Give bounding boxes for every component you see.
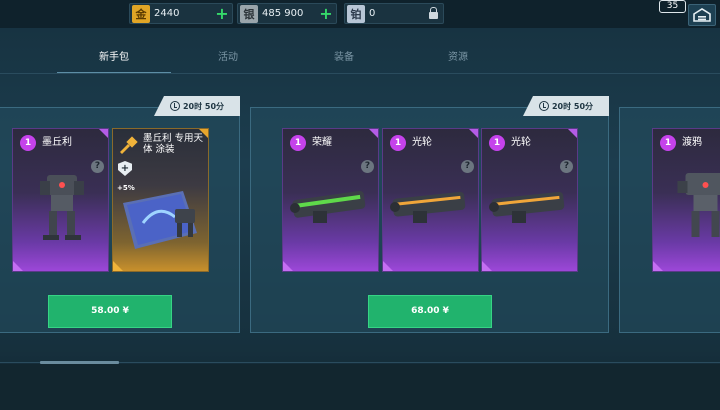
level-badge: 35 [659,0,686,13]
card-name: 墨丘利 专用天体 涂装 [143,133,204,155]
weapon-icon [290,190,366,223]
robot-icon [40,175,84,240]
tab-divider [0,73,720,74]
level-badge: 1 [290,135,306,151]
lock-icon [425,7,441,19]
offer-timer-1: 20时 50分 [154,96,240,116]
buy-button-offer-1[interactable]: 58.00 ¥ [48,295,172,328]
hangar-icon [693,8,711,22]
platinum-amount: 0 [369,8,376,19]
bottom-band [0,364,720,410]
level-badge: 1 [489,135,505,151]
card-name: 墨丘利 [42,137,72,148]
platinum-icon: 铂 [347,4,365,23]
card-name: 光轮 [412,137,432,148]
silver-currency: 银 485 900 + [237,3,337,24]
robot-icon [677,173,720,237]
currency-bar: 金 2440 + 银 485 900 + 铂 0 [0,0,720,28]
timer-text: 20时 50分 [551,101,594,111]
tab-events[interactable]: 活动 [171,44,285,74]
gold-icon: 金 [132,4,150,23]
level-badge: 1 [390,135,406,151]
gold-amount: 2440 [154,8,180,19]
offer-timer-2: 20时 50分 [523,96,609,116]
silver-icon: 银 [240,4,258,23]
buy-button-offer-2[interactable]: 68.00 ¥ [368,295,492,328]
offer-card-robot[interactable]: 1 墨丘利 ? [12,128,109,272]
offer-card-weapon-3[interactable]: 1 光轮 ? [481,128,578,272]
paint-brush-icon [120,136,138,154]
hangar-button[interactable] [688,4,716,26]
tab-resources[interactable]: 资源 [401,44,515,74]
card-name: 荣耀 [312,137,332,148]
offer-card-robot-2[interactable]: 1 渡鸦 [652,128,720,272]
offer-card-skin[interactable]: 墨丘利 专用天体 涂装 + +5% [112,128,209,272]
silver-amount: 485 900 [262,8,304,19]
clock-icon [169,101,180,111]
add-gold-button[interactable]: + [214,5,230,22]
weapon-icon [489,191,565,223]
offer-card-weapon-2[interactable]: 1 光轮 ? [382,128,479,272]
card-name: 光轮 [511,137,531,148]
tab-starter-pack[interactable]: 新手包 [57,44,171,74]
platinum-currency: 铂 0 [344,3,444,24]
tab-equipment[interactable]: 装备 [287,44,401,74]
skin-preview-icon [123,191,197,249]
gold-currency: 金 2440 + [129,3,233,24]
timer-text: 20时 50分 [182,101,225,111]
shop-tabs: 新手包 活动 装备 资源 [0,44,720,74]
level-badge: 1 [660,135,676,151]
offer-card-weapon-1[interactable]: 1 荣耀 ? [282,128,379,272]
add-silver-button[interactable]: + [318,5,334,22]
clock-icon [538,101,549,111]
level-badge: 1 [20,135,36,151]
weapon-icon [390,191,466,223]
card-name: 渡鸦 [682,137,702,148]
